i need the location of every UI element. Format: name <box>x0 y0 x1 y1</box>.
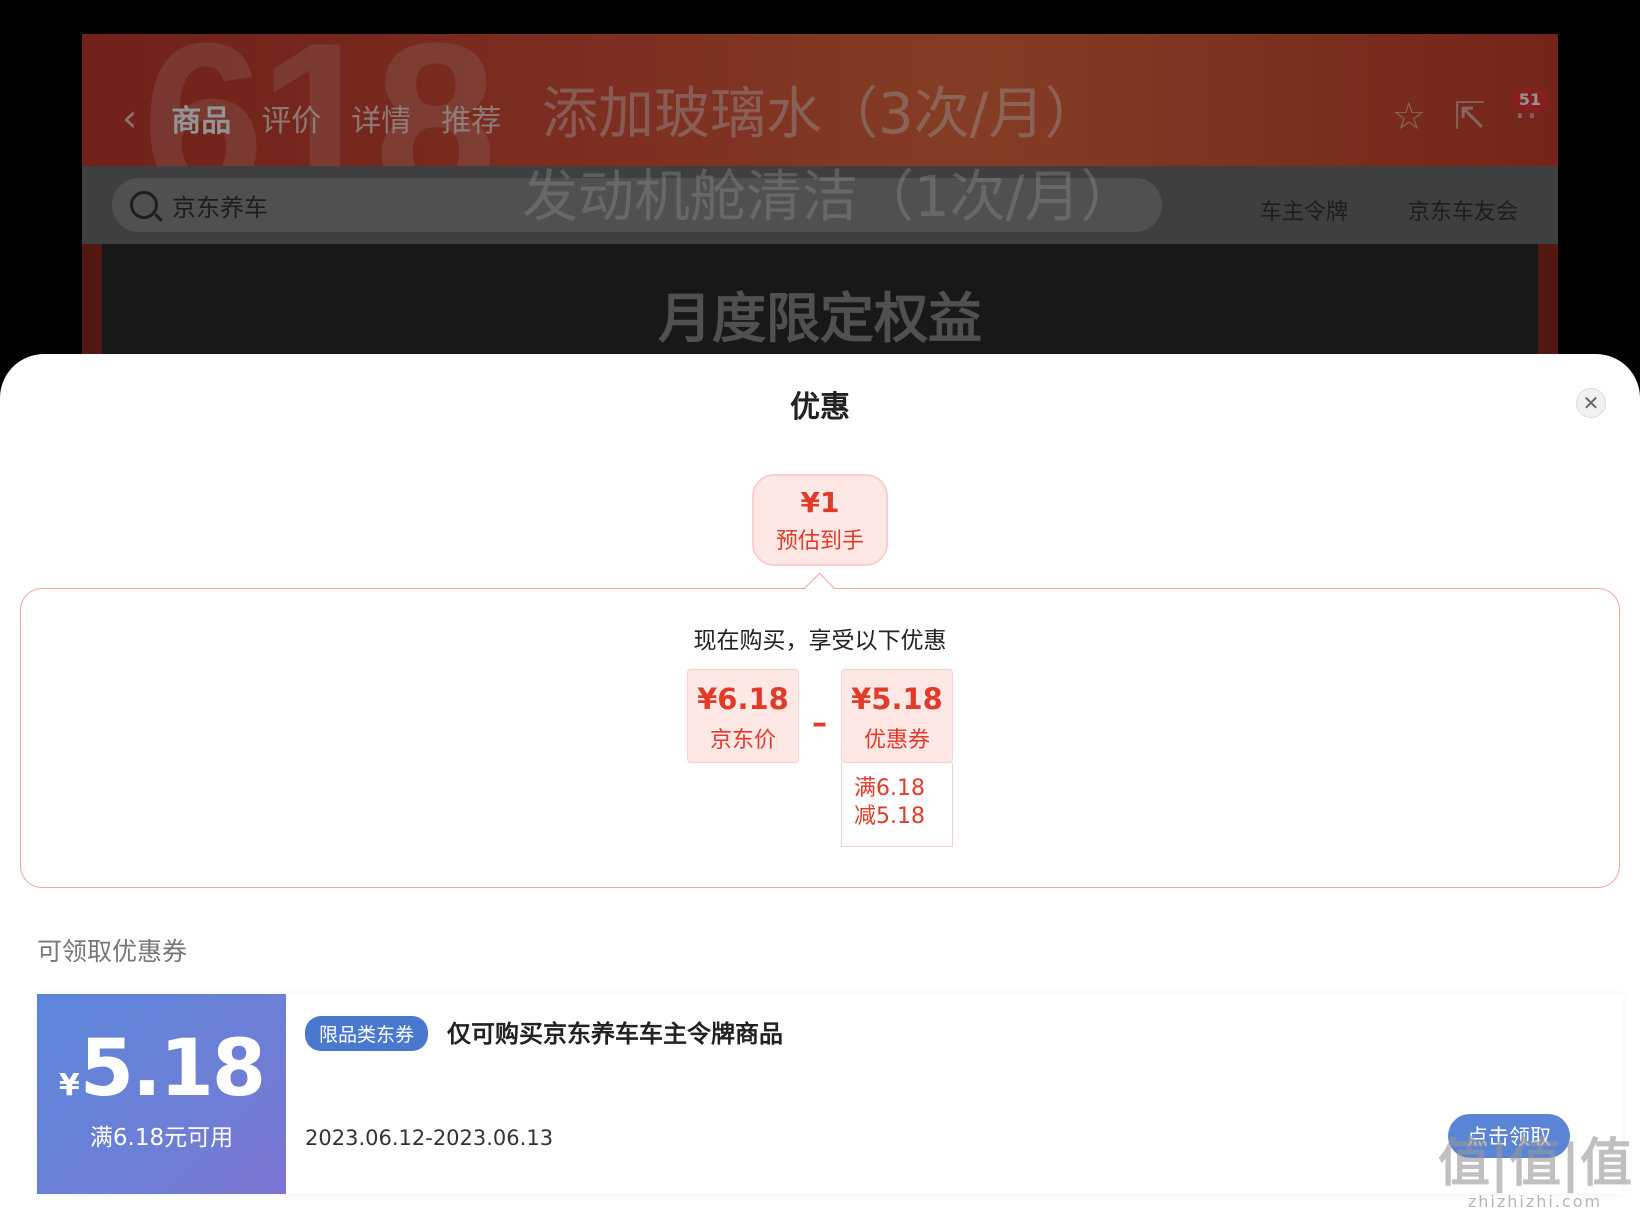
coupon-threshold: 满6.18 <box>854 776 925 801</box>
tab-details[interactable]: 详情 <box>351 96 411 140</box>
coupon-value-panel: ¥5.18 满6.18元可用 <box>31 994 286 1194</box>
link-owner-token[interactable]: 车主令牌 <box>1260 194 1348 226</box>
promo-headline: 现在购买，享受以下优惠 <box>693 628 947 654</box>
section-title: 月度限定权益 <box>658 287 982 350</box>
watermark-url: zhizhizhi.com <box>1467 1192 1603 1211</box>
close-icon: ✕ <box>1582 391 1600 415</box>
message-count-badge: 51 <box>1511 88 1548 111</box>
product-tabs: ‹ 商品 评价 详情 推荐 <box>122 96 501 140</box>
estimated-price: ¥1 <box>800 486 840 519</box>
share-icon[interactable]: ⇱ <box>1454 94 1486 138</box>
minus-operator: – <box>812 706 827 741</box>
coupon-condition: 满6.18元可用 <box>89 1125 234 1151</box>
bg-overlay-title: 添加玻璃水（3次/月） <box>542 82 1101 147</box>
tab-product[interactable]: 商品 <box>171 96 231 140</box>
coupon-condition-detail: 满6.18 减5.18 <box>841 763 953 847</box>
tab-reviews[interactable]: 评价 <box>261 96 321 140</box>
jd-price-amount: ¥6.18 <box>697 682 789 716</box>
watermark-logo: 值|值|值 <box>1438 1134 1632 1194</box>
coupon-price-label: 优惠券 <box>863 728 930 753</box>
coupon-amount: 5.18 <box>79 1024 266 1114</box>
tab-recommend[interactable]: 推荐 <box>441 96 501 140</box>
discount-sheet: 优惠 ✕ ¥1 预估到手 现在购买，享受以下优惠 ¥6.18 京东价 – ¥5.… <box>0 354 1640 1223</box>
coupon-value: ¥5.18 <box>37 1024 286 1114</box>
favorite-star-icon[interactable]: ☆ <box>1392 94 1426 138</box>
coupon-validity: 2023.06.12-2023.06.13 <box>305 1126 554 1150</box>
estimated-price-box: ¥1 预估到手 <box>752 474 888 566</box>
coupon-price-amount: ¥5.18 <box>851 682 943 716</box>
coupon-reduction: 减5.18 <box>854 804 925 829</box>
coupon-price-card: ¥5.18 优惠券 <box>841 669 953 763</box>
sheet-title: 优惠 <box>790 390 850 425</box>
jd-price-label: 京东价 <box>709 728 776 753</box>
coupon-type-badge: 限品类东券 <box>305 1016 429 1051</box>
search-placeholder: 京东养车 <box>172 193 268 222</box>
search-icon <box>130 191 158 219</box>
coupon-description: 仅可购买京东养车车主令牌商品 <box>447 1020 783 1048</box>
site-watermark: 值|值|值 zhizhizhi.com <box>1438 1136 1632 1211</box>
promo-breakdown: 现在购买，享受以下优惠 ¥6.18 京东价 – ¥5.18 优惠券 满6.18 … <box>20 588 1620 888</box>
coupon-currency: ¥ <box>58 1068 80 1103</box>
link-car-club[interactable]: 京东车友会 <box>1408 194 1518 226</box>
jd-price-card: ¥6.18 京东价 <box>687 669 799 763</box>
search-links: 车主令牌 京东车友会 <box>1260 194 1518 226</box>
close-button[interactable]: ✕ <box>1576 388 1606 418</box>
coupon-card: ¥5.18 满6.18元可用 限品类东券 仅可购买京东养车车主令牌商品 2023… <box>31 994 1623 1194</box>
back-arrow-icon[interactable]: ‹ <box>122 96 137 140</box>
bg-overlay-subtitle: 发动机舱清洁（1次/月） <box>522 165 1137 230</box>
estimated-label: 预估到手 <box>775 529 864 554</box>
available-coupons-label: 可领取优惠券 <box>37 937 188 966</box>
